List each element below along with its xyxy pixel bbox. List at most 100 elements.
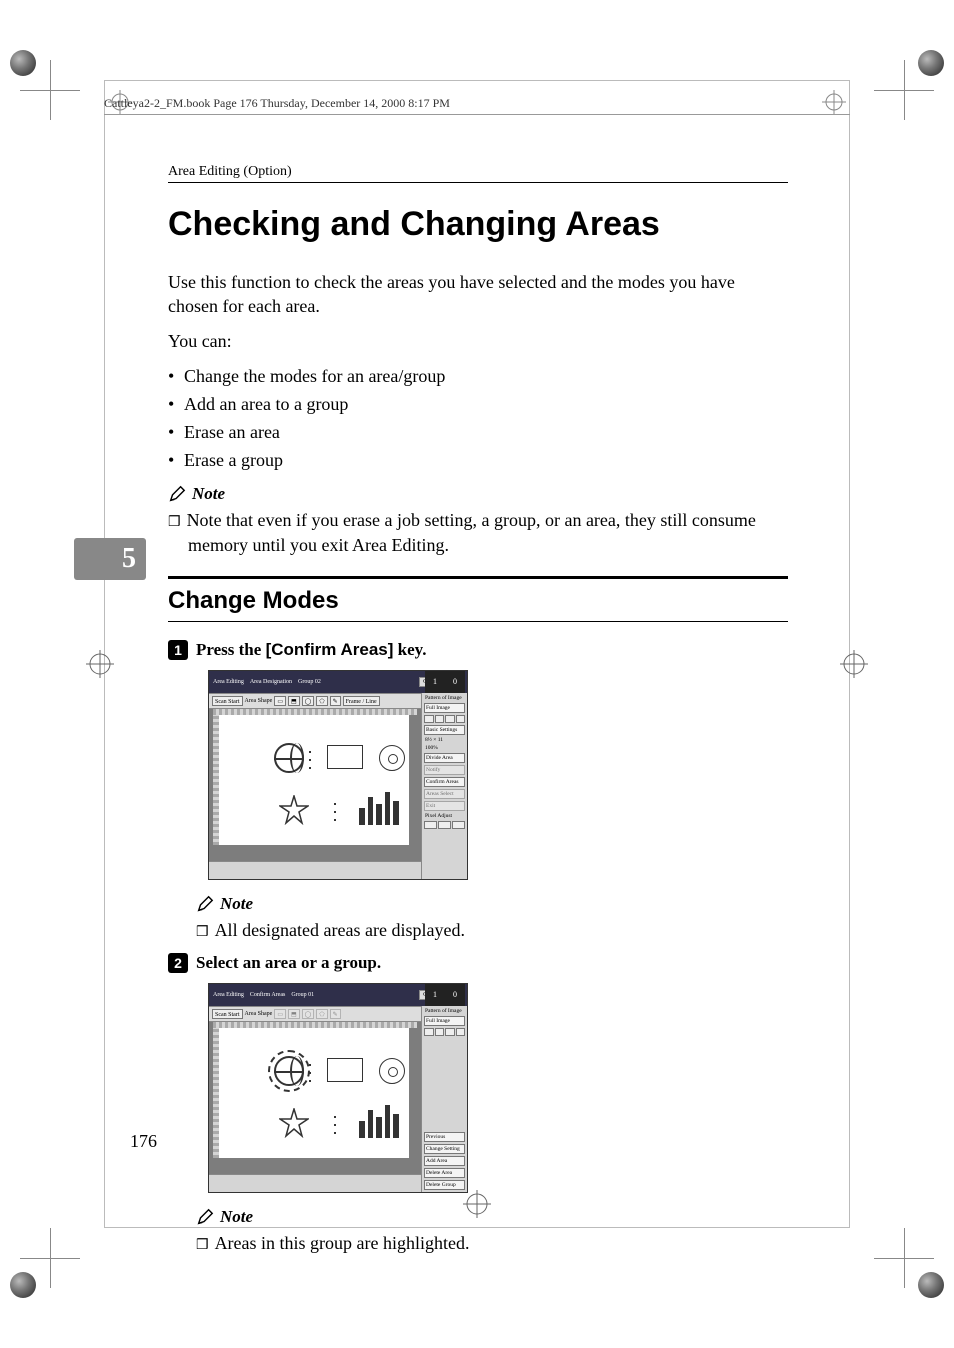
running-head: Area Editing (Option) xyxy=(168,164,788,180)
shape-pen-button: ✎ xyxy=(330,1009,341,1019)
qty-counter: 10 xyxy=(425,671,465,693)
paper-size-label: 8½ × 11 xyxy=(424,737,465,743)
shape-rightangle-button: ⬒ xyxy=(288,1009,300,1019)
list-item: Add an area to a group xyxy=(184,391,788,419)
capabilities-list: Change the modes for an area/group Add a… xyxy=(168,363,788,475)
step-number-badge: 1 xyxy=(168,640,188,660)
zoom-mode-button[interactable] xyxy=(435,715,445,723)
arrow-left-button[interactable] xyxy=(424,821,437,829)
rectangle-shape xyxy=(327,1058,363,1082)
screen-group: Group 02 xyxy=(298,679,321,685)
page-title: Checking and Changing Areas xyxy=(168,205,788,244)
list-item: Change the modes for an area/group xyxy=(184,363,788,391)
change-setting-button[interactable]: Change Setting xyxy=(424,1144,465,1154)
book-header: Cattleya2-2_FM.book Page 176 Thursday, D… xyxy=(104,96,450,111)
scan-start-button[interactable]: Scan Start xyxy=(212,696,243,706)
screen-sidebar: Pattern of Image Full Image Basic Settin… xyxy=(421,693,467,879)
basic-settings-button[interactable]: Basic Settings xyxy=(424,725,465,735)
section-title: Change Modes xyxy=(168,587,788,615)
add-area-button[interactable]: Add Area xyxy=(424,1156,465,1166)
areas-select-button: Areas Select xyxy=(424,789,465,799)
shape-poly-button: ◯ xyxy=(302,1009,315,1019)
screen-title: Area Editing xyxy=(213,679,244,685)
screen-sidebar: Pattern of Image Full Image Previous Cha… xyxy=(421,1006,467,1192)
shape-closed-button: ⬠ xyxy=(316,1009,327,1019)
note-text: Areas in this group are highlighted. xyxy=(196,1231,788,1256)
step-instruction: Select an area or a group. xyxy=(196,953,381,973)
screen-toolbar: Scan Start Area Shape ▭ ⬒ ◯ ⬠ ✎ xyxy=(209,1006,421,1022)
note-heading: Note xyxy=(196,894,788,914)
shape-rect-button[interactable]: ▭ xyxy=(274,696,286,706)
step-1: 1 Press the [Confirm Areas] key. xyxy=(168,640,788,660)
area-shape-label: Area Shape xyxy=(245,698,273,704)
full-image-button[interactable]: Full Image xyxy=(424,703,465,713)
note-text: Note that even if you erase a job settin… xyxy=(168,508,788,557)
list-item: Erase a group xyxy=(184,447,788,475)
preview-canvas[interactable] xyxy=(219,1028,409,1158)
screen-subtitle: Confirm Areas xyxy=(250,992,286,998)
qty-counter: 10 xyxy=(425,984,465,1006)
divide-area-button[interactable]: Divide Area xyxy=(424,753,465,763)
star-icon xyxy=(279,795,309,825)
shape-rightangle-button[interactable]: ⬒ xyxy=(288,696,300,706)
confirm-areas-button[interactable]: Confirm Areas xyxy=(424,777,465,787)
screen-subtitle: Area Designation xyxy=(250,679,292,685)
step-2: 2 Select an area or a group. xyxy=(168,953,788,973)
delete-area-button[interactable]: Delete Area xyxy=(424,1168,465,1178)
screen-bottombar xyxy=(209,1174,421,1192)
arrow-up-button[interactable] xyxy=(438,821,451,829)
area-shape-label: Area Shape xyxy=(245,1011,273,1017)
note-heading: Note xyxy=(168,484,788,504)
pencil-icon xyxy=(196,895,214,913)
note-label: Note xyxy=(192,484,225,504)
dot-decoration xyxy=(334,1116,338,1134)
section-rule-thin xyxy=(168,621,788,622)
full-image-button[interactable]: Full Image xyxy=(424,1016,465,1026)
dot-decoration xyxy=(334,803,338,821)
crop-mark xyxy=(874,60,934,120)
zoom-mode-button[interactable] xyxy=(424,715,434,723)
arrow-right-button[interactable] xyxy=(452,821,465,829)
step-instruction: Press the [Confirm Areas] key. xyxy=(196,640,426,660)
intro-you-can: You can: xyxy=(168,329,788,353)
screen-toolbar: Scan Start Area Shape ▭ ⬒ ◯ ⬠ ✎ Frame / … xyxy=(209,693,421,709)
shape-closed-button[interactable]: ⬠ xyxy=(316,696,327,706)
running-head-rule xyxy=(168,182,788,183)
pixel-adjust-label: Pixel Adjust xyxy=(424,813,465,819)
intro-paragraph: Use this function to check the areas you… xyxy=(168,270,788,319)
globe-icon xyxy=(274,743,304,773)
zoom-button-row xyxy=(424,715,465,723)
note-text: All designated areas are displayed. xyxy=(196,918,788,943)
delete-group-button[interactable]: Delete Group xyxy=(424,1180,465,1190)
previous-button[interactable]: Previous xyxy=(424,1132,465,1142)
circle-shape xyxy=(379,1058,405,1084)
pattern-of-image-label: Pattern of Image xyxy=(424,695,465,701)
note-label: Note xyxy=(220,894,253,914)
zoom-mode-button[interactable] xyxy=(445,715,455,723)
crop-mark xyxy=(20,1228,80,1288)
registration-mark xyxy=(840,650,868,678)
shape-pen-button[interactable]: ✎ xyxy=(330,696,341,706)
screenshot-confirm-areas: Area Editing Confirm Areas Group 01 Canc… xyxy=(208,983,468,1193)
frame-line-button[interactable]: Frame / Line xyxy=(343,696,380,706)
preview-canvas[interactable] xyxy=(219,715,409,845)
screen-group: Group 01 xyxy=(291,992,314,998)
zoom-mode-button[interactable] xyxy=(424,1028,434,1036)
zoom-mode-button[interactable] xyxy=(456,715,466,723)
shape-poly-button[interactable]: ◯ xyxy=(302,696,315,706)
zoom-label: 100% xyxy=(424,745,465,751)
zoom-mode-button[interactable] xyxy=(456,1028,466,1036)
chapter-number: 5 xyxy=(122,543,136,575)
rectangle-shape xyxy=(327,745,363,769)
screen-title: Area Editing xyxy=(213,992,244,998)
registration-mark xyxy=(86,650,114,678)
pencil-icon xyxy=(196,1208,214,1226)
pattern-of-image-label: Pattern of Image xyxy=(424,1008,465,1014)
zoom-mode-button[interactable] xyxy=(445,1028,455,1036)
shape-rect-button: ▭ xyxy=(274,1009,286,1019)
exit-button: Exit xyxy=(424,801,465,811)
zoom-button-row xyxy=(424,1028,465,1036)
zoom-mode-button[interactable] xyxy=(435,1028,445,1036)
header-rule xyxy=(104,114,850,115)
scan-start-button[interactable]: Scan Start xyxy=(212,1009,243,1019)
